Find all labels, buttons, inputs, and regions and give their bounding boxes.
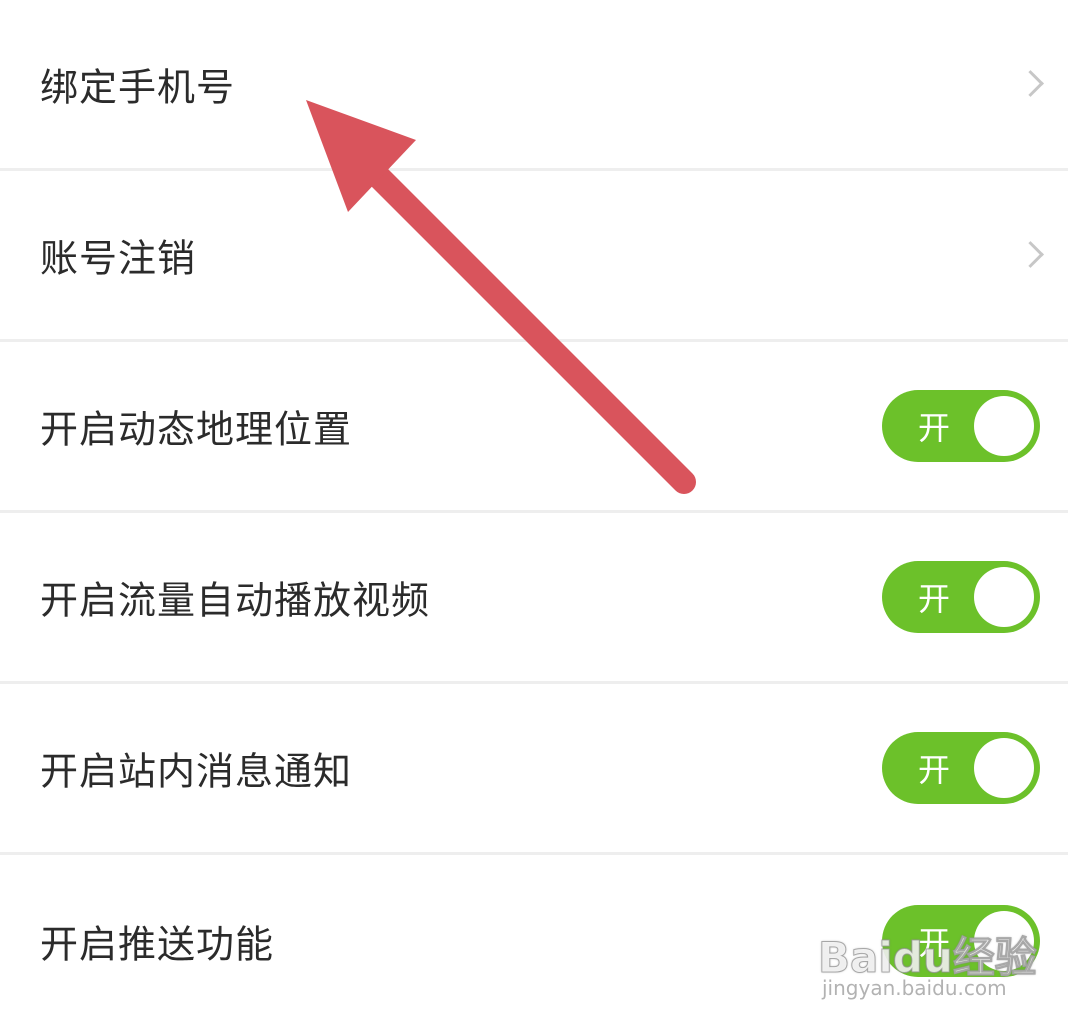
toggle-knob	[974, 910, 1034, 971]
settings-row-push: 开启推送功能 开	[0, 855, 1068, 1024]
notifications-toggle[interactable]: 开	[882, 732, 1040, 804]
push-toggle[interactable]: 开	[882, 904, 1040, 977]
settings-row-autoplay: 开启流量自动播放视频 开	[0, 513, 1068, 684]
settings-row-account-cancel[interactable]: 账号注销	[0, 171, 1068, 342]
location-toggle[interactable]: 开	[882, 390, 1040, 462]
row-label: 开启动态地理位置	[40, 407, 353, 452]
row-label: 开启流量自动播放视频	[40, 578, 431, 623]
chevron-right-icon	[1017, 241, 1044, 268]
toggle-knob	[974, 396, 1034, 456]
chevron-right-icon	[1017, 70, 1044, 97]
row-label: 账号注销	[40, 236, 197, 281]
autoplay-toggle[interactable]: 开	[882, 561, 1040, 633]
row-label: 开启站内消息通知	[40, 749, 353, 794]
toggle-state-label: 开	[918, 923, 951, 962]
toggle-knob	[974, 567, 1034, 627]
toggle-state-label: 开	[918, 409, 951, 447]
toggle-knob	[974, 738, 1034, 798]
settings-row-bind-phone[interactable]: 绑定手机号	[0, 0, 1068, 171]
row-label: 绑定手机号	[40, 65, 236, 110]
toggle-state-label: 开	[918, 580, 951, 618]
settings-row-location: 开启动态地理位置 开	[0, 342, 1068, 513]
settings-row-notifications: 开启站内消息通知 开	[0, 684, 1068, 855]
row-label: 开启推送功能	[40, 922, 275, 966]
toggle-state-label: 开	[918, 751, 951, 789]
settings-list: 绑定手机号 账号注销 开启动态地理位置 开 开启流量自动播放视频 开 开启站内消…	[0, 0, 1068, 1024]
settings-screen: 绑定手机号 账号注销 开启动态地理位置 开 开启流量自动播放视频 开 开启站内消…	[0, 0, 1068, 1024]
